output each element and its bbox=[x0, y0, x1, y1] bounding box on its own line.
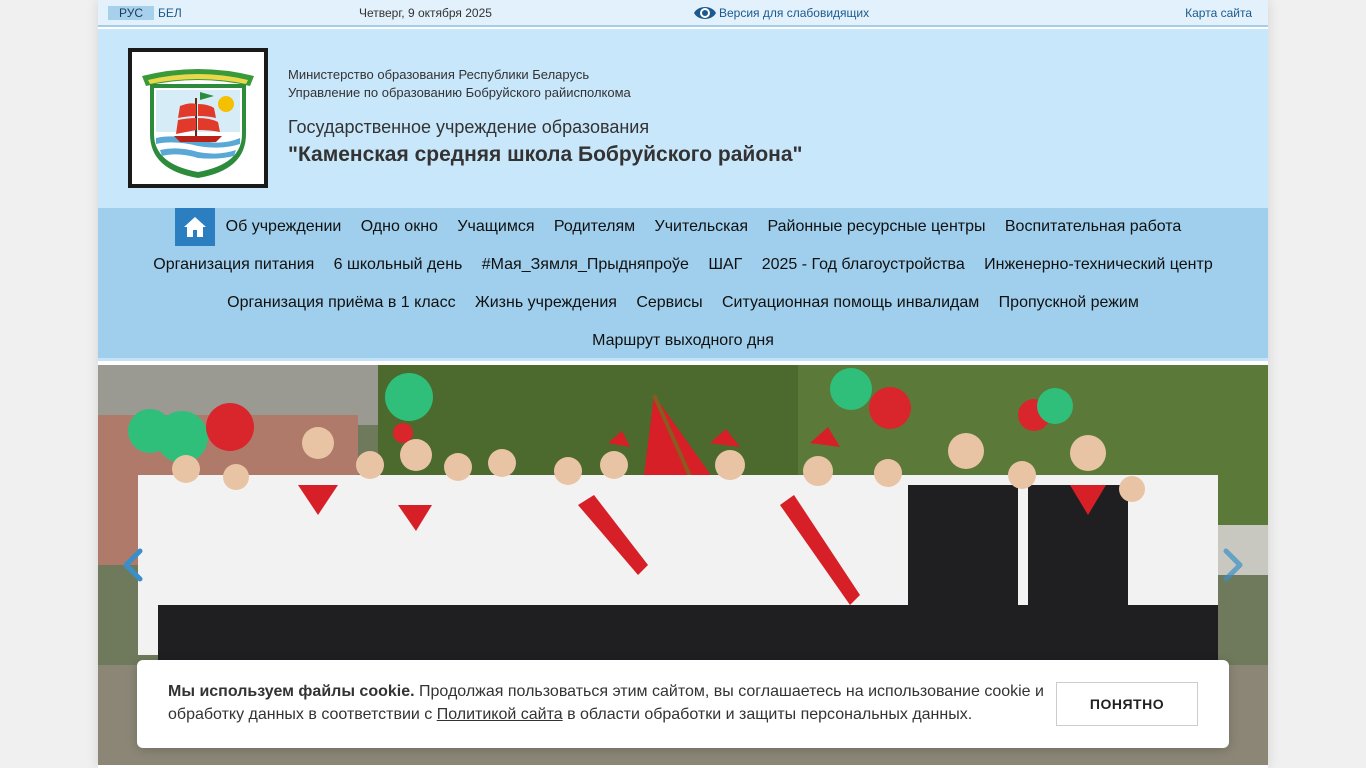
emblem-image bbox=[142, 69, 254, 178]
menu-row-3: Организация приёма в 1 класс Жизнь учреж… bbox=[98, 284, 1268, 322]
menu-item[interactable]: Сервисы bbox=[627, 284, 713, 322]
school-name[interactable]: "Каменская средняя школа Бобруйского рай… bbox=[288, 143, 802, 167]
menu-row-1: Об учреждении Одно окно Учащимся Родител… bbox=[98, 208, 1268, 246]
sitemap-link[interactable]: Карта сайта bbox=[1185, 6, 1252, 20]
language-switcher: РУС БЕЛ bbox=[108, 6, 182, 20]
menu-item[interactable]: Учительская bbox=[645, 208, 758, 246]
menu-item[interactable]: Районные ресурсные центры bbox=[758, 208, 995, 246]
cookie-text-part2: в области обработки и защиты персональны… bbox=[562, 706, 973, 723]
menu-item[interactable]: Ситуационная помощь инвалидам bbox=[712, 284, 989, 322]
eye-icon bbox=[694, 7, 716, 19]
lang-be-link[interactable]: БЕЛ bbox=[154, 6, 182, 20]
institution-type: Государственное учреждение образования bbox=[288, 117, 650, 137]
page: РУС БЕЛ Четверг, 9 октября 2025 Версия д… bbox=[98, 0, 1268, 768]
menu-item[interactable]: 2025 - Год благоустройства bbox=[752, 246, 974, 284]
menu-item[interactable]: Одно окно bbox=[351, 208, 448, 246]
low-vision-label: Версия для слабовидящих bbox=[719, 6, 870, 20]
chevron-right-icon[interactable] bbox=[1222, 548, 1246, 582]
cookie-message: Мы используем файлы cookie. Продолжая по… bbox=[168, 680, 1048, 726]
top-bar: РУС БЕЛ Четверг, 9 октября 2025 Версия д… bbox=[98, 0, 1268, 27]
menu-item[interactable]: Родителям bbox=[544, 208, 645, 246]
menu-item[interactable]: Учащимся bbox=[448, 208, 545, 246]
home-icon bbox=[183, 217, 206, 237]
department-name: Управление по образованию Бобруйского ра… bbox=[288, 85, 631, 100]
menu-item[interactable]: Организация питания bbox=[144, 246, 324, 284]
lang-ru-link[interactable]: РУС bbox=[108, 6, 154, 20]
low-vision-link[interactable]: Версия для слабовидящих bbox=[693, 3, 869, 23]
cookie-banner: Мы используем файлы cookie. Продолжая по… bbox=[137, 660, 1229, 748]
school-emblem[interactable] bbox=[128, 48, 268, 188]
site-header: Министерство образования Республики Бела… bbox=[98, 29, 1268, 208]
menu-item[interactable]: Об учреждении bbox=[216, 208, 351, 246]
current-date: Четверг, 9 октября 2025 bbox=[359, 6, 492, 20]
menu-item[interactable]: Организация приёма в 1 класс bbox=[217, 284, 465, 322]
menu-item[interactable]: Воспитательная работа bbox=[995, 208, 1191, 246]
cookie-accept-button[interactable]: ПОНЯТНО bbox=[1056, 682, 1198, 726]
cookie-bold-text: Мы используем файлы cookie. bbox=[168, 683, 415, 700]
menu-item[interactable]: 6 школьный день bbox=[324, 246, 472, 284]
menu-item[interactable]: Инженерно-технический центр bbox=[974, 246, 1222, 284]
main-menu: Об учреждении Одно окно Учащимся Родител… bbox=[98, 208, 1268, 361]
menu-item[interactable]: Жизнь учреждения bbox=[465, 284, 626, 322]
home-button[interactable] bbox=[174, 208, 215, 246]
menu-row-4: Маршрут выходного дня bbox=[98, 322, 1268, 360]
menu-item[interactable]: Маршрут выходного дня bbox=[582, 322, 783, 360]
menu-item[interactable]: ШАГ bbox=[699, 246, 752, 284]
menu-item[interactable]: Пропускной режим bbox=[989, 284, 1149, 322]
chevron-left-icon[interactable] bbox=[120, 548, 144, 582]
ministry-name: Министерство образования Республики Бела… bbox=[288, 67, 590, 82]
privacy-policy-link[interactable]: Политикой сайта bbox=[437, 706, 563, 723]
menu-row-2: Организация питания 6 школьный день #Мая… bbox=[98, 246, 1268, 284]
menu-item[interactable]: #Мая_Зямля_Прыдняпроўе bbox=[472, 246, 699, 284]
